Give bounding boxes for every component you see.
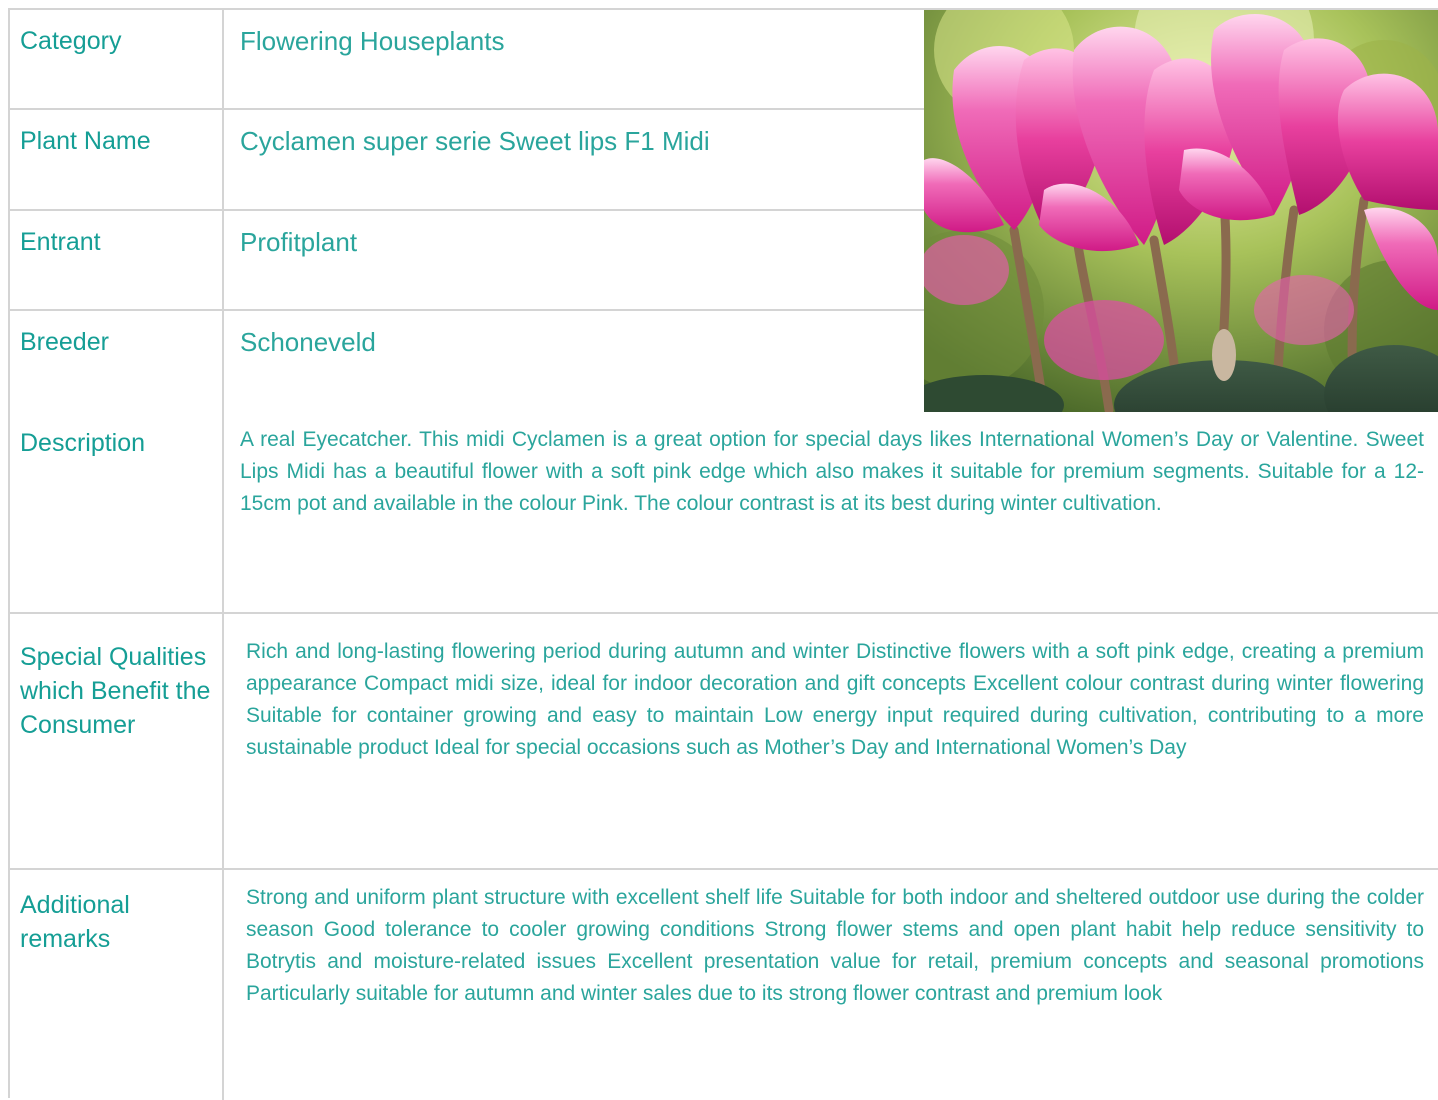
plant-name-label: Plant Name <box>10 110 224 209</box>
row-special-qualities: Special Qualities which Benefit the Cons… <box>10 614 1438 870</box>
special-qualities-label: Special Qualities which Benefit the Cons… <box>10 614 224 868</box>
row-breeder: Breeder Schoneveld <box>10 311 924 412</box>
cyclamen-photo <box>924 10 1438 412</box>
plant-name-value: Cyclamen super serie Sweet lips F1 Midi <box>240 126 710 156</box>
row-entrant: Entrant Profitplant <box>10 211 924 311</box>
row-plant-name: Plant Name Cyclamen super serie Sweet li… <box>10 110 924 211</box>
category-value: Flowering Houseplants <box>240 26 505 56</box>
description-label: Description <box>10 412 224 612</box>
additional-remarks-label: Additional remarks <box>10 870 224 1100</box>
breeder-label: Breeder <box>10 311 224 412</box>
description-value: A real Eyecatcher. This midi Cyclamen is… <box>240 428 1424 515</box>
special-qualities-value: Rich and long-lasting flowering period d… <box>246 640 1424 759</box>
plant-entry-sheet: Category Flowering Houseplants Plant Nam… <box>8 8 1438 1100</box>
category-label: Category <box>10 10 224 108</box>
breeder-value: Schoneveld <box>240 327 376 357</box>
row-description: Description A real Eyecatcher. This midi… <box>10 412 1438 614</box>
entrant-label: Entrant <box>10 211 224 309</box>
additional-remarks-value: Strong and uniform plant structure with … <box>246 886 1424 1005</box>
row-category: Category Flowering Houseplants <box>10 10 924 110</box>
entrant-value: Profitplant <box>240 227 358 257</box>
row-additional-remarks: Additional remarks Strong and uniform pl… <box>10 870 1438 1100</box>
